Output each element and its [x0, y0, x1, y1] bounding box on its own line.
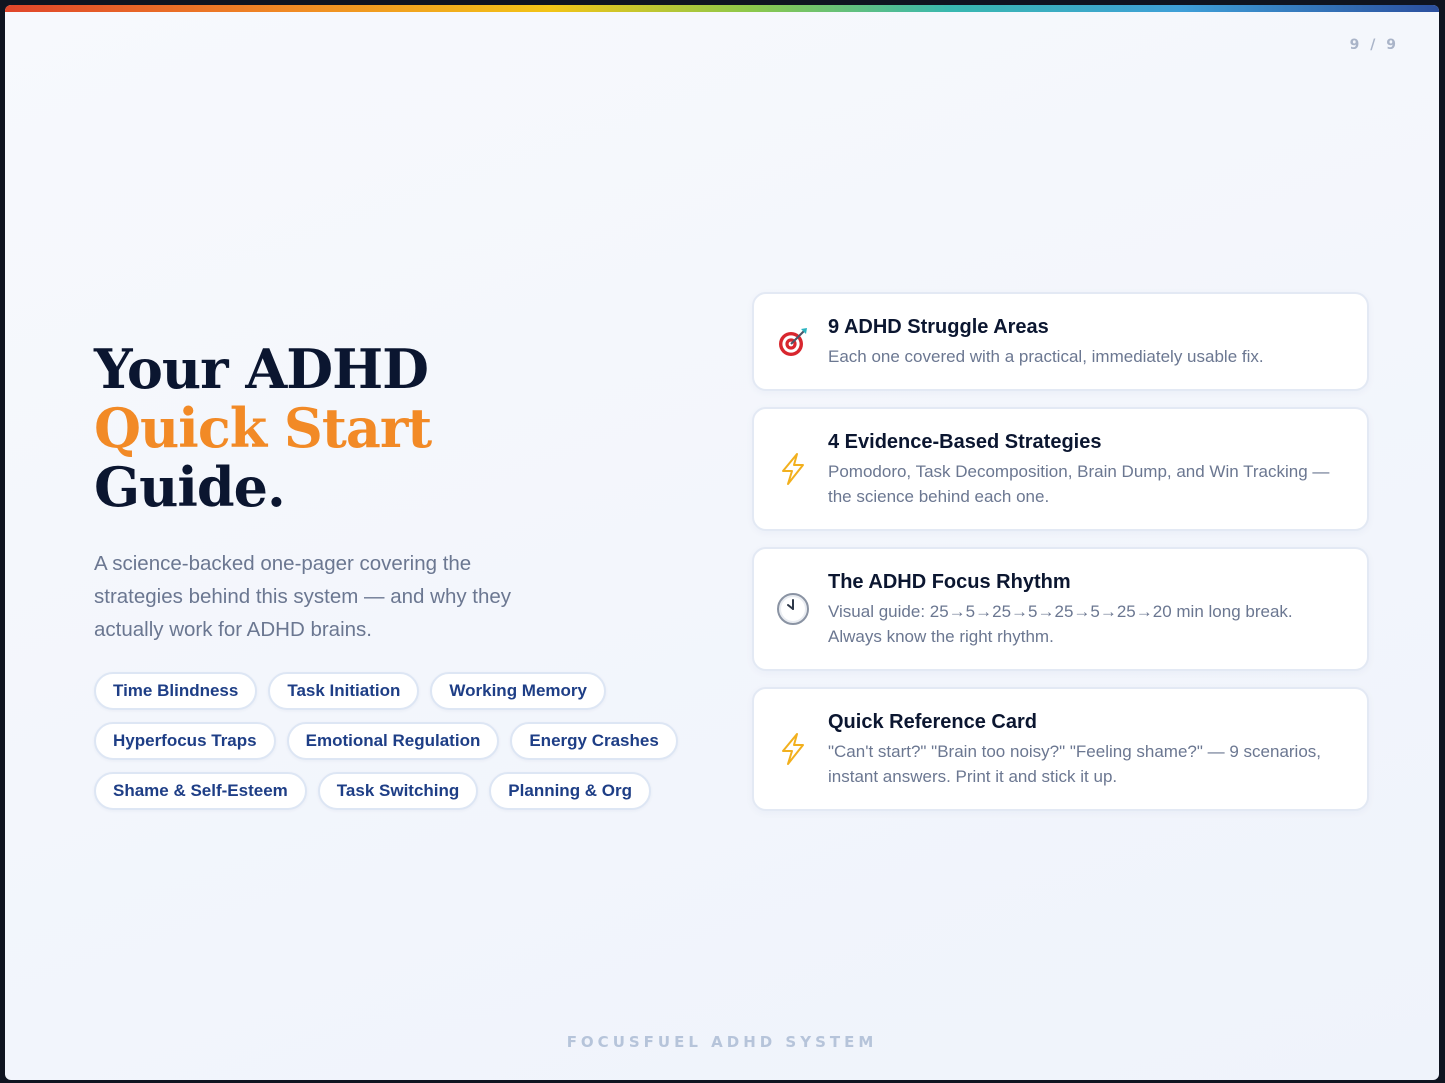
title-line-2-accent: Quick Start — [94, 396, 432, 460]
slide: 9 / 9 Your ADHD Quick Start Guide. A sci… — [5, 5, 1439, 1080]
rainbow-top-bar — [5, 5, 1439, 12]
clock-icon — [776, 592, 810, 626]
card-text: "Can't start?" "Brain too noisy?" "Feeli… — [828, 742, 1322, 786]
tag-working-memory: Working Memory — [430, 672, 606, 710]
tag-shame-self-esteem: Shame & Self-Esteem — [94, 772, 307, 810]
card-text: Each one covered with a practical, immed… — [828, 347, 1264, 366]
feature-card-list: 9 ADHD Struggle Areas Each one covered w… — [752, 292, 1369, 811]
page-indicator: 9 / 9 — [1349, 37, 1399, 53]
lightning-icon — [776, 732, 810, 766]
tag-energy-crashes: Energy Crashes — [510, 722, 678, 760]
target-icon — [776, 325, 810, 359]
tag-hyperfocus-traps: Hyperfocus Traps — [94, 722, 276, 760]
card-text: Visual guide: 25→5→25→5→25→5→25→20 min l… — [828, 602, 1293, 646]
card-title: 4 Evidence-Based Strategies — [828, 431, 1102, 453]
title-line-3: Guide. — [94, 455, 286, 519]
lightning-icon — [776, 452, 810, 486]
tag-list: Time Blindness Task Initiation Working M… — [94, 672, 684, 810]
tag-emotional-regulation: Emotional Regulation — [286, 722, 500, 760]
tag-planning-org: Planning & Org — [489, 772, 652, 810]
feature-card-struggle-areas: 9 ADHD Struggle Areas Each one covered w… — [752, 292, 1369, 391]
title-line-1: Your ADHD — [94, 337, 429, 401]
footer-brand: FOCUSFUEL ADHD SYSTEM — [566, 1033, 878, 1051]
tag-task-switching: Task Switching — [317, 772, 479, 810]
page-title: Your ADHD Quick Start Guide. — [94, 340, 694, 517]
feature-card-strategies: 4 Evidence-Based Strategies Pomodoro, Ta… — [752, 407, 1369, 531]
card-title: 9 ADHD Struggle Areas — [828, 316, 1049, 338]
feature-card-reference-card: Quick Reference Card "Can't start?" "Bra… — [752, 687, 1369, 811]
card-text: Pomodoro, Task Decomposition, Brain Dump… — [828, 462, 1330, 506]
card-title: Quick Reference Card — [828, 711, 1037, 733]
tag-task-initiation: Task Initiation — [268, 672, 420, 710]
feature-card-focus-rhythm: The ADHD Focus Rhythm Visual guide: 25→5… — [752, 547, 1369, 671]
tag-time-blindness: Time Blindness — [94, 672, 258, 710]
hero-subtitle: A science-backed one-pager covering the … — [94, 552, 512, 641]
hero-section: Your ADHD Quick Start Guide. A science-b… — [94, 340, 694, 810]
card-title: The ADHD Focus Rhythm — [828, 571, 1071, 593]
